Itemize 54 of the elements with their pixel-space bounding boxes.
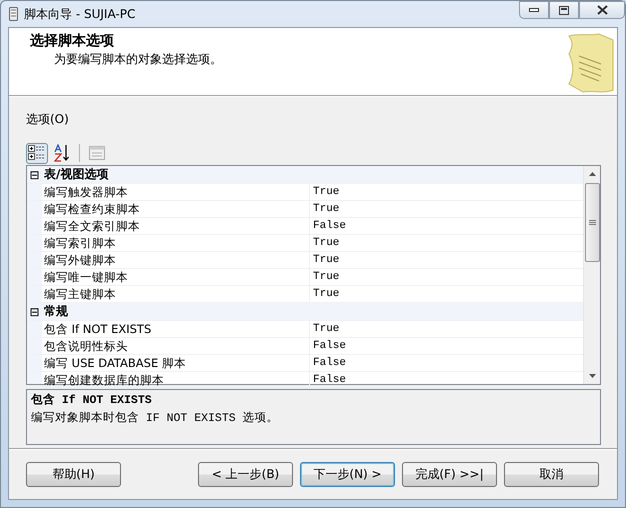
description-title: 包含 If NOT EXISTS (31, 392, 153, 407)
maximize-icon (559, 6, 569, 14)
wizard-button[interactable]: 完成(F) >>| (402, 462, 497, 486)
property-name[interactable]: 编写全文索引脚本 (42, 218, 310, 234)
property-name[interactable]: 编写创建数据库的脚本 (42, 372, 310, 388)
expander[interactable]: ⊟ (27, 304, 42, 318)
minimize-button[interactable] (519, 1, 549, 19)
property-value[interactable]: True (310, 201, 340, 217)
property-name[interactable]: 编写索引脚本 (42, 235, 310, 251)
window-title: 脚本向导 - SUJIA-PC (24, 6, 136, 22)
property-name[interactable]: 编写触发器脚本 (42, 184, 310, 200)
property-value[interactable]: False (310, 338, 346, 354)
category-header[interactable]: ⊟ 常规 (27, 303, 583, 321)
property-name[interactable]: 编写检查约束脚本 (42, 201, 310, 217)
options-label: 选项(O) (26, 111, 69, 128)
close-button[interactable] (579, 1, 625, 19)
property-value[interactable]: True (310, 252, 340, 268)
description-text: 编写对象脚本时包含 IF NOT EXISTS 选项。 (31, 410, 280, 425)
wizard-button[interactable]: < 上一步(B) (198, 462, 293, 486)
page-title: 选择脚本选项 (30, 32, 115, 50)
minimize-icon (529, 8, 539, 12)
property-name[interactable]: 包含说明性标头 (42, 338, 310, 354)
close-icon (596, 5, 608, 15)
app-icon (9, 7, 18, 21)
property-name[interactable]: 编写 USE DATABASE 脚本 (42, 355, 310, 371)
scrollbar[interactable] (583, 166, 600, 384)
property-value[interactable]: True (310, 235, 340, 251)
wizard-button[interactable]: 下一步(N) > (300, 462, 395, 486)
wizard-button[interactable]: 帮助(H) (26, 462, 121, 486)
property-pages-icon (89, 146, 105, 160)
toolbar-button[interactable] (26, 142, 48, 164)
maximize-button[interactable] (549, 1, 579, 19)
property-name[interactable]: 包含 If NOT EXISTS (42, 321, 310, 337)
property-value[interactable]: False (310, 218, 346, 234)
sort-az-icon (54, 144, 70, 162)
wizard-button[interactable]: 取消 (504, 462, 599, 486)
property-name[interactable]: 编写主键脚本 (42, 286, 310, 302)
page-subtitle: 为要编写脚本的对象选择选项。 (53, 51, 222, 68)
category-name: 常规 (44, 303, 68, 320)
scroll-up-icon (588, 172, 596, 176)
category-name: 表/视图选项 (44, 166, 108, 183)
property-value[interactable]: True (310, 184, 340, 200)
property-name[interactable]: 编写唯一键脚本 (42, 269, 310, 285)
property-name[interactable]: 编写外键脚本 (42, 252, 310, 268)
category-header[interactable]: ⊟ 表/视图选项 (27, 166, 583, 184)
property-value[interactable]: True (310, 286, 340, 302)
property-value[interactable]: False (310, 372, 346, 388)
property-value[interactable]: False (310, 355, 346, 371)
property-value[interactable]: True (310, 269, 340, 285)
grip-icon (588, 220, 596, 225)
property-value[interactable]: True (310, 321, 340, 337)
expander[interactable]: ⊟ (27, 168, 42, 182)
scroll-down-icon (588, 374, 596, 378)
categorized-icon (28, 145, 46, 161)
